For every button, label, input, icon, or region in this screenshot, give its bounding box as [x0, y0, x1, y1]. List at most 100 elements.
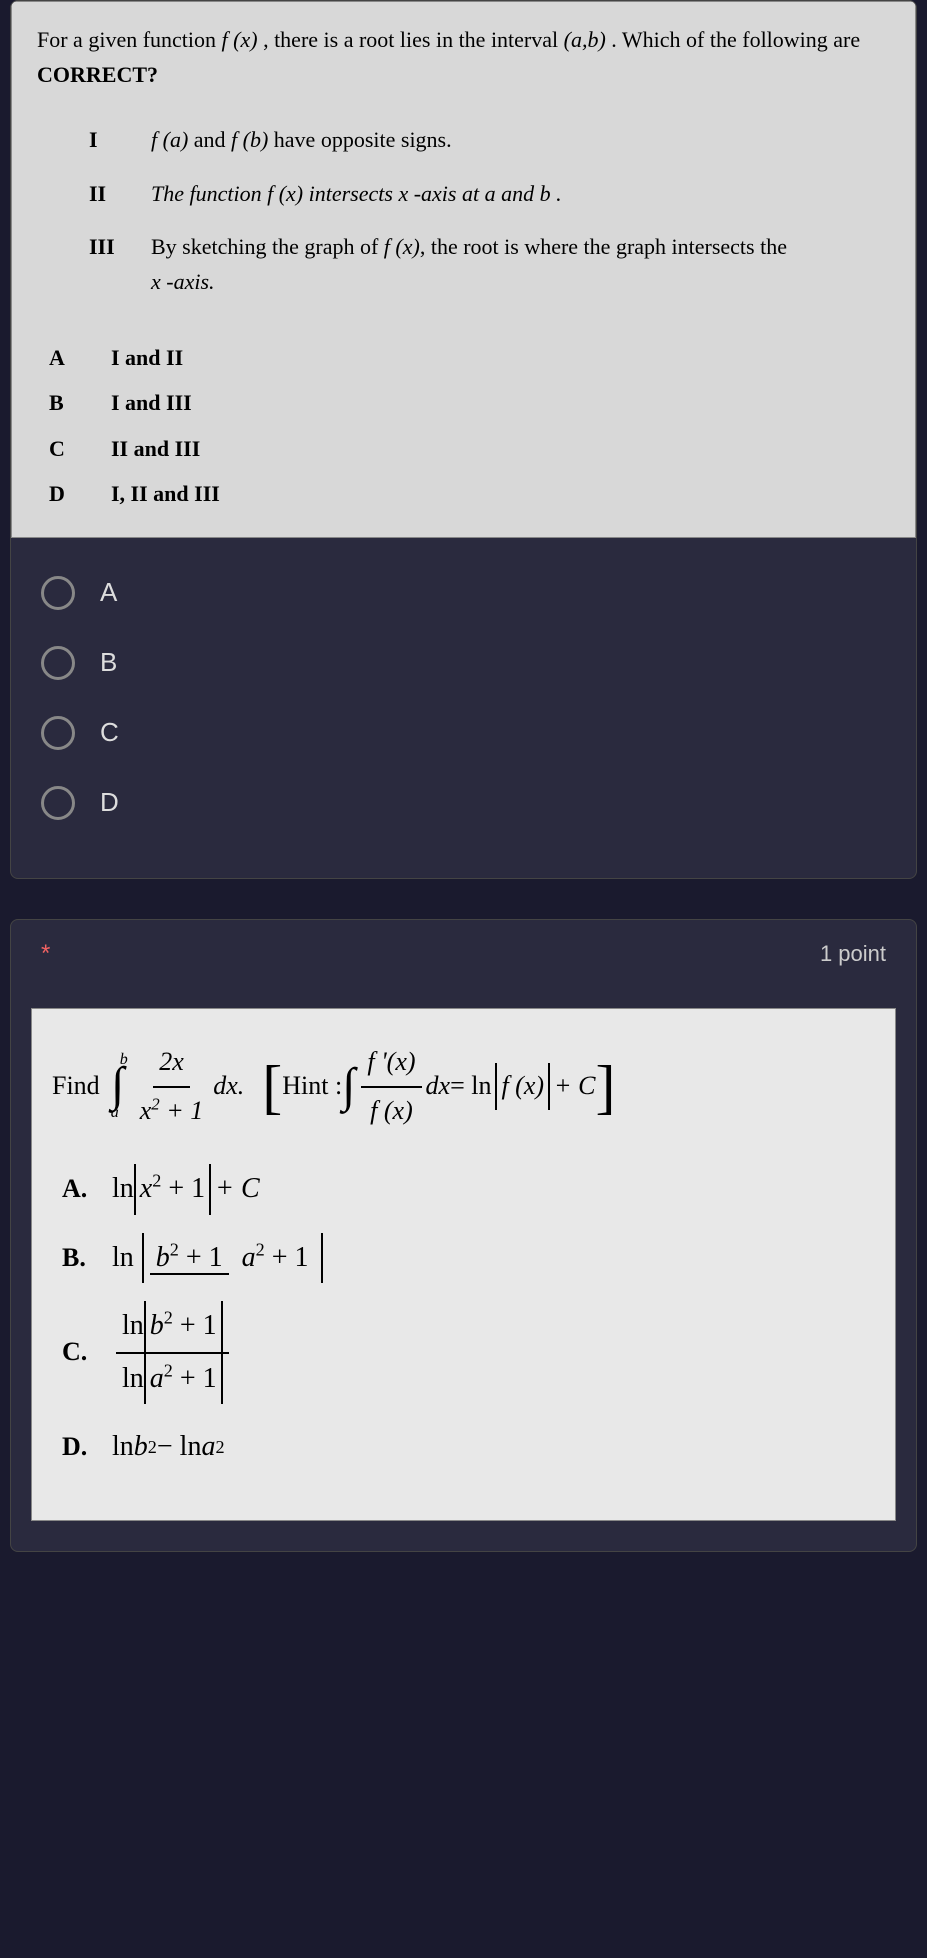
- abs: a2 + 1: [144, 1354, 223, 1404]
- statement-text: By sketching the graph of f (x), the roo…: [151, 221, 787, 307]
- question-card-1: For a given function f (x) , there is a …: [10, 0, 917, 879]
- abs-fraction: b2 + 1 a2 + 1: [142, 1233, 323, 1283]
- text: a: [242, 1242, 256, 1273]
- text: The function f (x) intersects x -axis at…: [151, 181, 562, 206]
- text: b: [150, 1310, 164, 1341]
- radio-icon[interactable]: [41, 786, 75, 820]
- text: ln: [122, 1310, 144, 1341]
- answer-letter: A: [49, 336, 109, 379]
- statement-num: II: [89, 168, 149, 219]
- option-d[interactable]: D: [31, 768, 896, 838]
- sup: 2: [170, 1240, 179, 1260]
- answer-b: B. ln b2 + 1 a2 + 1: [62, 1233, 865, 1283]
- answer-letter: D.: [62, 1424, 112, 1471]
- frac-num: f '(x): [361, 1039, 421, 1088]
- required-asterisk: *: [41, 940, 50, 968]
- hint-text: Hint :: [282, 1063, 342, 1110]
- option-label: D: [100, 787, 119, 818]
- answer-content: ln x2 + 1 + C: [112, 1164, 260, 1214]
- integral-symbol: ∫: [342, 1067, 355, 1105]
- answer-row: DI, II and III: [49, 472, 220, 515]
- dx: dx.: [213, 1063, 244, 1110]
- text: ln: [112, 1233, 134, 1283]
- abs: x2 + 1: [134, 1164, 211, 1214]
- text: + 1: [173, 1363, 217, 1394]
- text: + 1: [265, 1242, 309, 1273]
- math: f (a): [151, 127, 188, 152]
- eq: = ln: [450, 1063, 491, 1110]
- text: x: [140, 1173, 152, 1204]
- answer-row: BI and III: [49, 381, 220, 424]
- option-c[interactable]: C: [31, 698, 896, 768]
- text: . Which of the following are: [611, 27, 860, 52]
- text: By sketching the graph of: [151, 234, 384, 259]
- question-2-prompt: Find b ∫ a 2x x2 + 1 dx. [ Hint : ∫ f '(…: [52, 1039, 875, 1135]
- text: have opposite signs.: [268, 127, 451, 152]
- question-card-2: * 1 point Find b ∫ a 2x x2 + 1 dx. [ Hin…: [10, 919, 917, 1553]
- radio-icon[interactable]: [41, 576, 75, 610]
- answer-row: CII and III: [49, 427, 220, 470]
- frac-den: a2 + 1: [236, 1242, 315, 1273]
- radio-icon[interactable]: [41, 646, 75, 680]
- statement-row: I f (a) and f (b) have opposite signs.: [89, 114, 787, 165]
- question-1-image: For a given function f (x) , there is a …: [11, 1, 916, 538]
- option-a[interactable]: A: [31, 558, 896, 628]
- points-row: * 1 point: [11, 920, 916, 978]
- text: ln: [112, 1164, 134, 1214]
- frac-den: f (x): [364, 1088, 419, 1135]
- answer-a: A. ln x2 + 1 + C: [62, 1164, 865, 1214]
- text: For a given function: [37, 27, 222, 52]
- abs: f (x): [495, 1063, 550, 1110]
- find-text: Find: [52, 1063, 100, 1110]
- sup: 2: [256, 1240, 265, 1260]
- answer-letter: A.: [62, 1166, 112, 1213]
- integral-icon: b ∫ a: [108, 1046, 128, 1128]
- text: x: [140, 1096, 152, 1125]
- text: x -axis.: [151, 269, 215, 294]
- math: f (x): [384, 234, 420, 259]
- text: b: [134, 1422, 148, 1472]
- plus-c: + C: [554, 1063, 595, 1110]
- answer-text: II and III: [111, 427, 220, 470]
- bracket-right-icon: ]: [595, 1063, 615, 1111]
- text: and: [188, 127, 231, 152]
- option-label: C: [100, 717, 119, 748]
- frac-num: 2x: [153, 1039, 190, 1088]
- option-b[interactable]: B: [31, 628, 896, 698]
- radio-icon[interactable]: [41, 716, 75, 750]
- sup: 2: [151, 1094, 159, 1113]
- math-fx: f (x): [222, 27, 258, 52]
- statement-row: III By sketching the graph of f (x), the…: [89, 221, 787, 307]
- text: a: [201, 1422, 215, 1472]
- frac-den: x2 + 1: [134, 1088, 210, 1135]
- text: + 1: [161, 1173, 205, 1204]
- statement-num: I: [89, 114, 149, 165]
- text: a: [150, 1363, 164, 1394]
- abs: b2 + 1: [144, 1301, 223, 1351]
- statements-table: I f (a) and f (b) have opposite signs. I…: [87, 112, 789, 309]
- dx: dx: [426, 1063, 451, 1110]
- text: + 1: [179, 1242, 223, 1273]
- answer-content: ln b2 + 1 a2 + 1: [112, 1233, 327, 1283]
- points-label: 1 point: [820, 941, 886, 967]
- answer-text: I, II and III: [111, 472, 220, 515]
- text: + 1: [160, 1096, 204, 1125]
- answer-letter: D: [49, 472, 109, 515]
- text: , there is a root lies in the interval: [263, 27, 564, 52]
- question-2-image: Find b ∫ a 2x x2 + 1 dx. [ Hint : ∫ f '(…: [31, 1008, 896, 1522]
- sup: 2: [152, 1171, 161, 1191]
- text: b: [156, 1242, 170, 1273]
- answer-letter: B.: [62, 1235, 112, 1282]
- question-1-intro: For a given function f (x) , there is a …: [37, 22, 890, 92]
- frac-num: lnb2 + 1: [116, 1301, 229, 1353]
- text: ln: [112, 1422, 134, 1472]
- statement-num: III: [89, 221, 149, 307]
- answer-text: I and III: [111, 381, 220, 424]
- fraction: 2x x2 + 1: [134, 1039, 210, 1135]
- statement-text: f (a) and f (b) have opposite signs.: [151, 114, 787, 165]
- answer-row: AI and II: [49, 336, 220, 379]
- text: + 1: [173, 1310, 217, 1341]
- text: , the root is where the graph intersects…: [420, 234, 787, 259]
- bracket-left-icon: [: [262, 1063, 282, 1111]
- sup: 2: [148, 1431, 157, 1464]
